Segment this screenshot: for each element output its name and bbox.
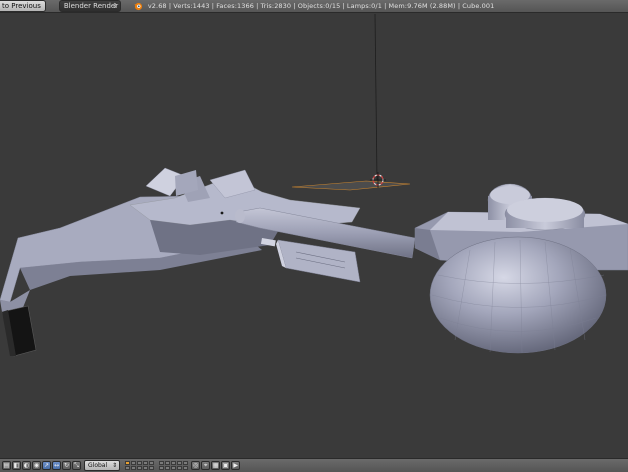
- dropdown-arrow-icon: ⇕: [111, 2, 118, 10]
- render-engine-label: Blender Render: [63, 2, 119, 10]
- scene-statistics: v2.68 | Verts:1443 | Faces:1366 | Tris:2…: [147, 2, 495, 10]
- info-header: to Previous Blender Render ⇕ v2.68 | Ver…: [0, 0, 628, 13]
- back-to-previous-button[interactable]: to Previous: [0, 0, 46, 12]
- proportional-edit-icon[interactable]: ◎: [191, 461, 201, 470]
- pivot-icon[interactable]: ◉: [32, 461, 41, 470]
- render-animation-icon[interactable]: ▶: [231, 461, 241, 470]
- render-icon[interactable]: ▣: [221, 461, 231, 470]
- layers-icon[interactable]: [125, 461, 155, 470]
- ship-mesh: [0, 167, 628, 357]
- shading-icon[interactable]: ◐: [22, 461, 31, 470]
- selected-plane: [291, 180, 411, 191]
- view-menu-icon[interactable]: ▤: [2, 461, 11, 470]
- layers-icon-secondary[interactable]: [159, 461, 189, 470]
- translate-icon[interactable]: ↔: [52, 461, 61, 470]
- dropdown-arrow-icon: ⇕: [112, 462, 118, 469]
- lamp-line: [374, 14, 378, 181]
- object-mode-icon[interactable]: ◧: [12, 461, 21, 470]
- snap-target-icon[interactable]: ▦: [211, 461, 221, 470]
- rotate-icon[interactable]: ↻: [62, 461, 71, 470]
- scale-icon[interactable]: ⤡: [72, 461, 81, 470]
- transform-orientation-label: Global: [88, 462, 108, 469]
- transform-orientation-select[interactable]: Global ⇕: [84, 460, 121, 471]
- lamp-icon: [220, 211, 224, 215]
- scene-render: [0, 14, 628, 357]
- manipulator-icon[interactable]: ↗: [42, 461, 51, 470]
- 3d-view-header: ▤ ◧ ◐ ◉ ↗ ↔ ↻ ⤡ Global ⇕ ◎ ⌖ ▦ ▣ ▶: [0, 458, 628, 472]
- blender-logo-icon: [133, 2, 142, 11]
- render-engine-select[interactable]: Blender Render ⇕: [58, 0, 121, 12]
- 3d-viewport[interactable]: [0, 14, 628, 458]
- snap-icon[interactable]: ⌖: [201, 461, 211, 470]
